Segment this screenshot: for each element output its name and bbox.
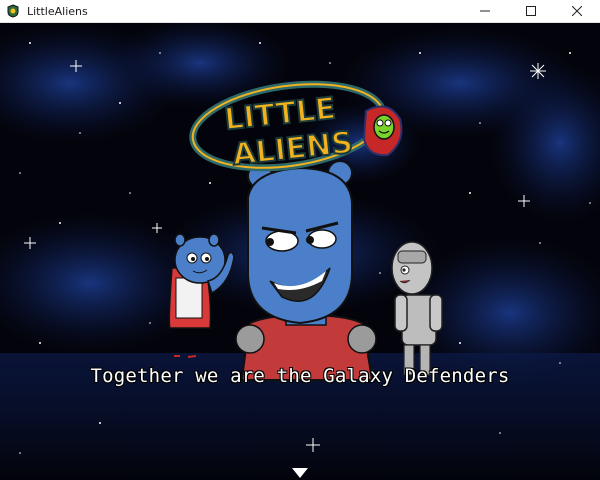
minimize-icon [480,10,490,12]
title-bar[interactable]: LittleAliens [0,0,600,23]
minimize-button[interactable] [462,0,508,22]
window-controls [462,0,600,22]
game-scene[interactable]: LITTLE ALIENS Together we are the Galaxy… [0,23,600,480]
continue-arrow-icon[interactable] [292,468,308,478]
close-icon [572,6,582,16]
logo-alien-icon [362,105,403,157]
maximize-button[interactable] [508,0,554,22]
close-button[interactable] [554,0,600,22]
app-icon [7,4,19,18]
maximize-icon [526,6,536,16]
game-window: LittleAliens LITTLE ALIENS Together we a… [0,0,600,480]
dialogue-text: Together we are the Galaxy Defenders [90,365,510,387]
window-title: LittleAliens [27,4,88,18]
game-logo: LITTLE ALIENS [189,80,403,174]
